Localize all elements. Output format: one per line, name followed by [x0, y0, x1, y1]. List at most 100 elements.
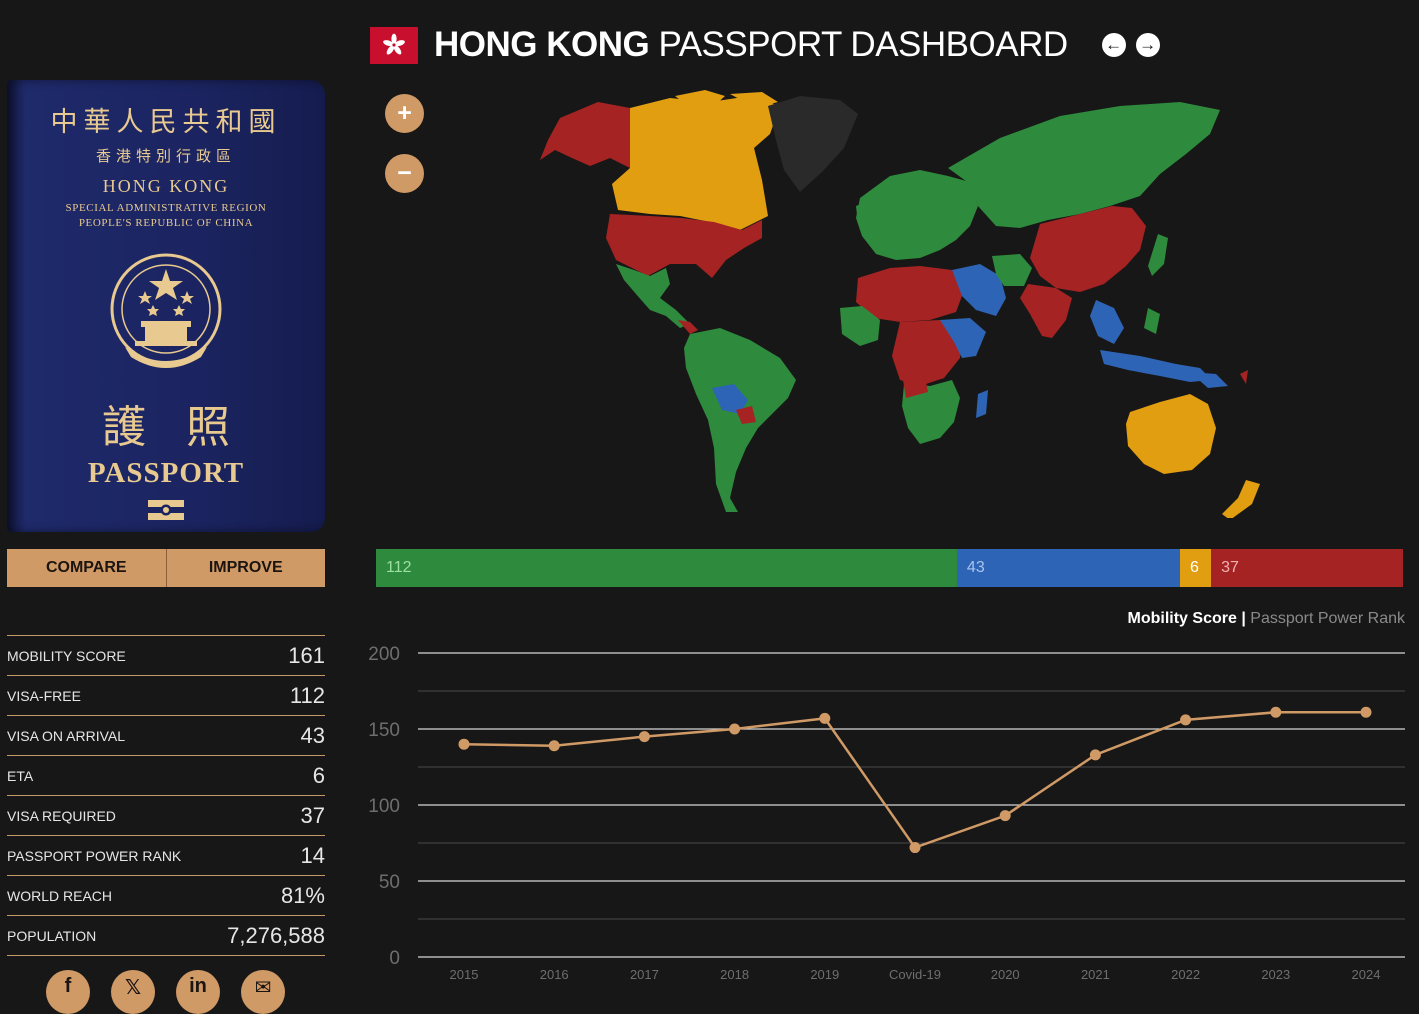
x-icon[interactable]: 𝕏	[111, 970, 155, 1014]
visa-free-segment[interactable]: 112	[376, 549, 957, 587]
map-region-india[interactable]	[1020, 284, 1072, 338]
data-point[interactable]	[1180, 714, 1192, 726]
visa-breakdown-bar: 112 43 6 37	[376, 549, 1403, 587]
x-tick-label: 2020	[991, 967, 1020, 982]
stat-value: 14	[300, 842, 325, 868]
stat-label: VISA-FREE	[7, 687, 81, 704]
toggle-separator: |	[1241, 610, 1246, 627]
map-region-indonesia[interactable]	[1100, 350, 1212, 382]
visa-on-arrival-segment[interactable]: 43	[956, 549, 1180, 587]
facebook-icon[interactable]: f	[46, 970, 90, 1014]
hong-kong-flag-icon	[370, 26, 418, 64]
passport-cover-image: 中華人民共和國 香港特別行政區 HONG KONG SPECIAL ADMINI…	[7, 80, 325, 532]
x-tick-label: 2018	[720, 967, 749, 982]
stat-row-passport-power-rank: PASSPORT POWER RANK 14	[7, 835, 325, 875]
map-region-new-zealand[interactable]	[1222, 480, 1260, 518]
map-region-mexico[interactable]	[616, 264, 690, 328]
stat-row-population: POPULATION 7,276,588	[7, 915, 325, 956]
national-emblem-icon	[110, 253, 222, 368]
passport-text-hong-kong: HONG KONG	[102, 176, 230, 196]
page-title: HONG KONG PASSPORT DASHBOARD	[434, 25, 1068, 65]
map-region-pacific-islands[interactable]	[1240, 370, 1248, 384]
passport-text-prc: PEOPLE'S REPUBLIC OF CHINA	[78, 217, 254, 229]
data-point[interactable]	[1270, 706, 1282, 718]
data-point[interactable]	[729, 723, 741, 735]
map-region-russia[interactable]	[948, 102, 1220, 228]
compare-button[interactable]: COMPARE	[7, 549, 166, 587]
data-point[interactable]	[1360, 706, 1372, 718]
map-region-canada[interactable]	[612, 96, 780, 230]
mobility-score-toggle[interactable]: Mobility Score	[1128, 610, 1237, 627]
stats-panel: MOBILITY SCORE 161 VISA-FREE 112 VISA ON A…	[7, 635, 325, 956]
map-region-madagascar[interactable]	[976, 390, 988, 418]
eta-segment[interactable]: 6	[1179, 549, 1212, 587]
x-tick-label: 2024	[1352, 967, 1381, 982]
biometric-chip-icon	[148, 500, 184, 520]
x-tick-label: 2021	[1081, 967, 1110, 982]
map-region-south-america[interactable]	[684, 328, 796, 512]
stat-value: 6	[312, 762, 325, 788]
stat-row-mobility-score: MOBILITY SCORE 161	[7, 635, 325, 675]
x-tick-label: Covid-19	[889, 967, 941, 982]
stat-row-visa-on-arrival: VISA ON ARRIVAL 43	[7, 715, 325, 755]
y-tick-label: 100	[368, 796, 400, 817]
stat-label: ETA	[7, 767, 34, 784]
visa-required-segment[interactable]: 37	[1211, 549, 1403, 587]
y-tick-label: 0	[389, 948, 400, 969]
x-tick-label: 2019	[810, 967, 839, 982]
email-icon[interactable]: ✉	[241, 970, 285, 1014]
map-region-greenland[interactable]	[768, 96, 858, 192]
social-share: f 𝕏 in ✉	[46, 970, 285, 1014]
next-arrow-icon[interactable]: →	[1135, 33, 1160, 57]
data-point[interactable]	[1089, 749, 1101, 761]
map-region-alaska[interactable]	[540, 102, 630, 168]
map-region-japan[interactable]	[1148, 234, 1168, 276]
stat-value: 112	[289, 682, 325, 708]
mobility-score-line	[463, 711, 1366, 850]
data-point[interactable]	[999, 810, 1011, 822]
improve-button[interactable]: IMPROVE	[165, 549, 325, 587]
data-point[interactable]	[909, 842, 921, 854]
stat-row-visa-free: VISA-FREE 112	[7, 675, 325, 715]
passport-text-cn-passport: 護照	[102, 402, 270, 453]
data-point[interactable]	[548, 740, 560, 752]
chart-metric-toggle: Mobility Score | Passport Power Rank	[1128, 610, 1405, 628]
passport-text-sar: SPECIAL ADMINISTRATIVE REGION	[65, 202, 267, 214]
stat-label: MOBILITY SCORE	[7, 647, 126, 664]
stat-row-world-reach: WORLD REACH 81%	[7, 875, 325, 915]
previous-arrow-icon[interactable]: ←	[1101, 33, 1126, 57]
passport-navigation: ← →	[1101, 33, 1160, 57]
map-region-australia[interactable]	[1126, 394, 1216, 474]
y-tick-label: 150	[368, 720, 400, 741]
data-point[interactable]	[819, 712, 831, 724]
passport-text-cn-country: 中華人民共和國	[50, 107, 282, 138]
map-region-philippines[interactable]	[1144, 308, 1160, 334]
map-region-uk[interactable]	[856, 202, 868, 224]
map-region-europe[interactable]	[856, 170, 978, 260]
data-point[interactable]	[458, 738, 470, 750]
page-title-country: HONG KONG	[434, 25, 650, 64]
x-tick-label: 2017	[630, 967, 659, 982]
map-region-southeast-asia[interactable]	[1090, 300, 1124, 344]
x-tick-label: 2015	[450, 967, 479, 982]
stat-label: WORLD REACH	[7, 887, 113, 904]
stat-value: 7,276,588	[227, 922, 325, 948]
dashboard-header: HONG KONG PASSPORT DASHBOARD ← →	[370, 20, 1160, 70]
world-map[interactable]	[500, 88, 1290, 518]
y-tick-label: 200	[368, 644, 400, 665]
zoom-in-button[interactable]: +	[385, 94, 424, 133]
page-title-suffix: PASSPORT DASHBOARD	[658, 25, 1068, 64]
stat-label: VISA ON ARRIVAL	[7, 727, 126, 744]
action-buttons: COMPARE IMPROVE	[7, 549, 325, 587]
stat-row-eta: ETA 6	[7, 755, 325, 795]
y-tick-label: 50	[379, 872, 400, 893]
stat-value: 161	[288, 642, 325, 668]
stat-label: POPULATION	[7, 927, 97, 944]
linkedin-icon[interactable]: in	[176, 970, 220, 1014]
data-point[interactable]	[638, 731, 650, 743]
zoom-out-button[interactable]: −	[385, 154, 424, 193]
passport-power-rank-toggle[interactable]: Passport Power Rank	[1250, 610, 1405, 627]
mobility-score-chart: 0 50 100 150 200 2015 2016 2017 2018 2019 Covid-19…	[368, 644, 1405, 982]
stat-value: 43	[300, 722, 325, 748]
map-region-africa-north[interactable]	[856, 266, 962, 322]
